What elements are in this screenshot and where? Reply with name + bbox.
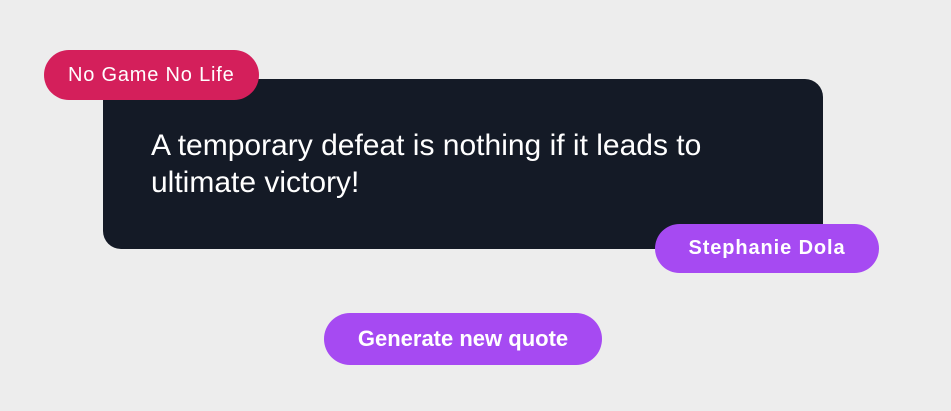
quote-text: A temporary defeat is nothing if it lead… bbox=[151, 129, 702, 199]
quote-generator: A temporary defeat is nothing if it lead… bbox=[0, 0, 951, 411]
character-name-badge: Stephanie Dola bbox=[655, 224, 879, 273]
generate-quote-button[interactable]: Generate new quote bbox=[324, 313, 602, 365]
anime-title-badge: No Game No Life bbox=[44, 50, 259, 100]
